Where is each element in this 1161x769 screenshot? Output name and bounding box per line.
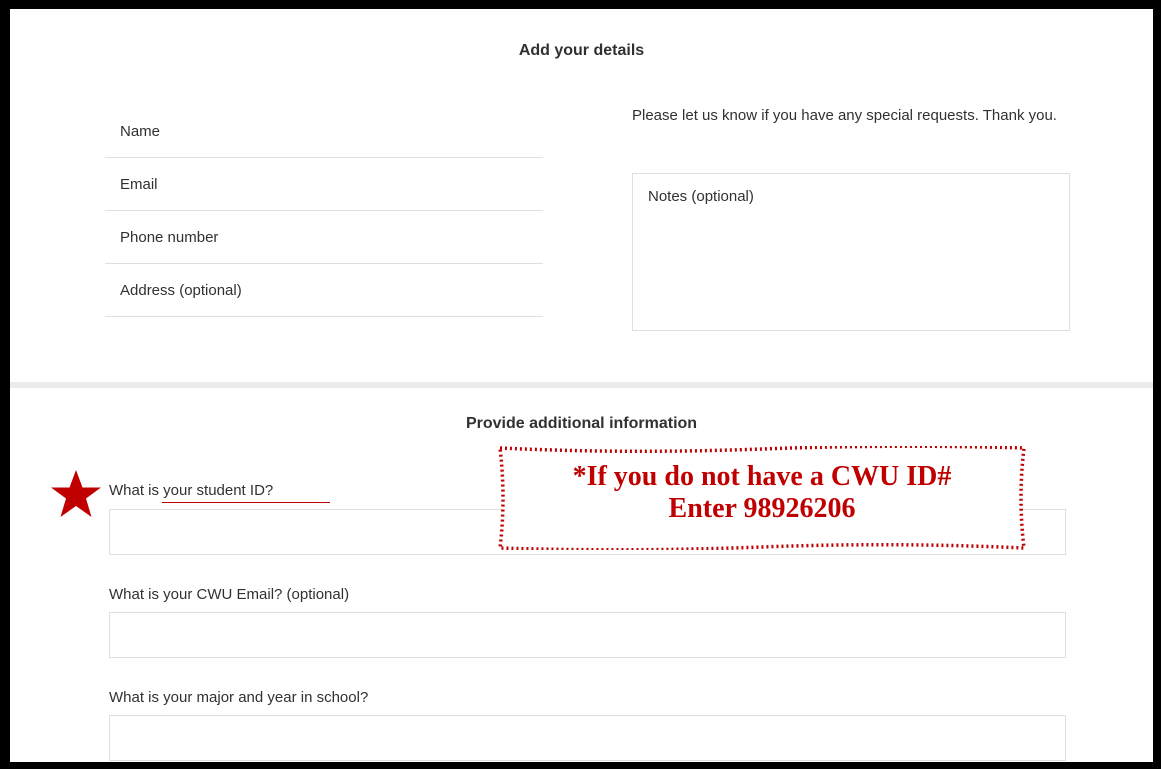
- cwu-email-label: What is your CWU Email? (optional): [109, 586, 350, 603]
- name-field[interactable]: Name: [105, 105, 543, 158]
- major-year-input[interactable]: [109, 715, 1066, 761]
- student-id-underline: [162, 502, 330, 503]
- major-year-label: What is your major and year in school?: [109, 689, 369, 706]
- phone-number-field[interactable]: Phone number: [105, 211, 543, 264]
- email-field[interactable]: Email: [105, 158, 543, 211]
- student-id-label: What is your student ID?: [109, 482, 274, 499]
- section-divider: [10, 382, 1153, 388]
- cwu-email-input[interactable]: [109, 612, 1066, 658]
- special-requests-text: Please let us know if you have any speci…: [632, 107, 1057, 124]
- additional-section-title: Provide additional information: [465, 415, 698, 432]
- form-page: Add your details Name Email Phone number…: [10, 9, 1153, 762]
- notes-field[interactable]: Notes (optional): [632, 173, 1070, 331]
- star-icon: [51, 470, 101, 517]
- address-field[interactable]: Address (optional): [105, 264, 543, 317]
- callout-line-2: Enter 98926206: [668, 493, 856, 524]
- details-section-title: Add your details: [518, 42, 645, 59]
- callout-line-1: *If you do not have a CWU ID#: [572, 461, 952, 492]
- cwu-id-callout: *If you do not have a CWU ID# Enter 9892…: [498, 446, 1026, 550]
